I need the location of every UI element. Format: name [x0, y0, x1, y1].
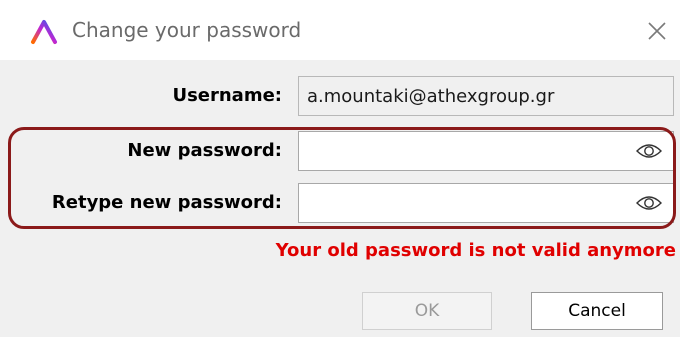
retype-password-field: [298, 183, 674, 223]
retype-password-input[interactable]: [305, 190, 627, 218]
username-field: a.mountaki@athexgroup.gr: [298, 76, 674, 116]
title-bar: Change your password: [0, 0, 680, 60]
username-value: a.mountaki@athexgroup.gr: [307, 86, 555, 107]
retype-password-label: Retype new password:: [51, 192, 282, 213]
username-label: Username:: [172, 85, 282, 106]
eye-icon[interactable]: [635, 142, 663, 160]
new-password-field: [298, 131, 674, 171]
new-password-label: New password:: [127, 140, 282, 161]
ok-button[interactable]: OK: [362, 292, 492, 330]
error-message: Your old password is not valid anymore: [275, 240, 676, 261]
change-password-dialog: Change your password Username: a.mountak…: [0, 0, 680, 337]
new-password-input[interactable]: [305, 138, 627, 166]
close-icon[interactable]: [642, 16, 672, 46]
dialog-title: Change your password: [72, 18, 302, 42]
cancel-button[interactable]: Cancel: [531, 292, 663, 330]
eye-icon[interactable]: [635, 194, 663, 212]
app-logo-icon: [31, 20, 57, 44]
